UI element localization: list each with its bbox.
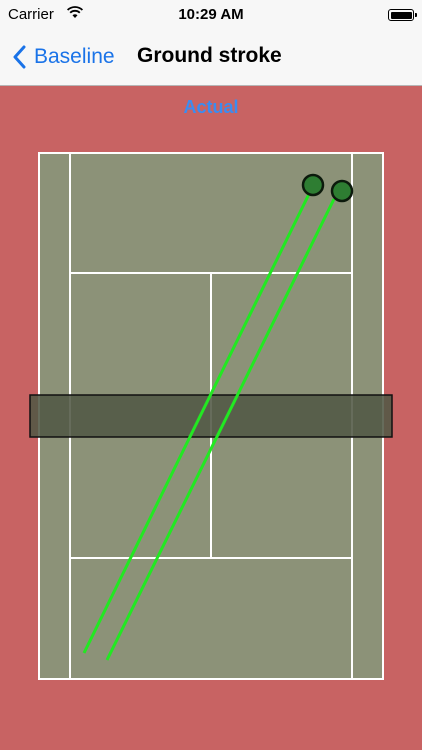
ball-marker-1[interactable] (301, 173, 325, 197)
tennis-court (29, 152, 393, 680)
ball-marker-2[interactable] (330, 179, 354, 203)
net (29, 394, 393, 438)
